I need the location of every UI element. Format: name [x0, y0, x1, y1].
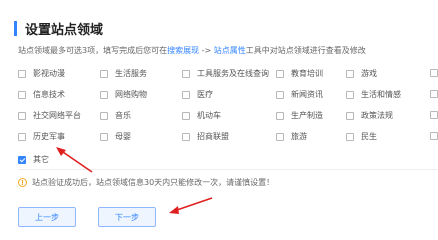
checkbox-label: 机动车 — [197, 111, 221, 120]
next-step-button[interactable]: 下一步 — [98, 207, 156, 227]
checkbox[interactable] — [346, 69, 354, 78]
checkbox-label: 音乐 — [115, 111, 131, 120]
category-checkbox-item[interactable]: 教育培训 — [276, 68, 323, 79]
checkbox-label: 医疗 — [197, 90, 213, 99]
checkbox-label: 信息技术 — [33, 90, 65, 99]
checkbox[interactable] — [100, 132, 108, 141]
checkbox[interactable] — [182, 90, 190, 99]
checkbox[interactable] — [18, 111, 26, 120]
checkbox-label: 民生 — [361, 132, 377, 141]
site-attribute-link[interactable]: 站点属性 — [214, 46, 246, 55]
annotation-arrow-icon — [56, 147, 93, 173]
checkbox[interactable] — [18, 132, 26, 141]
category-checkbox-item[interactable]: 机动车 — [182, 110, 221, 121]
checkbox[interactable] — [346, 90, 354, 99]
checkbox[interactable] — [100, 111, 108, 120]
checkbox[interactable] — [430, 111, 438, 119]
checkbox[interactable] — [276, 132, 284, 141]
checkbox-label: 社交网络平台 — [33, 111, 81, 120]
checkbox-label: 工具服务及在线查询 — [197, 69, 269, 78]
previous-step-button[interactable]: 上一步 — [18, 207, 76, 227]
checkbox[interactable] — [18, 155, 26, 164]
title-accent-bar — [14, 20, 17, 36]
checkbox[interactable] — [430, 90, 438, 98]
checkbox[interactable] — [182, 69, 190, 78]
checkbox[interactable] — [182, 132, 190, 141]
checkbox-label: 政策法规 — [361, 111, 393, 120]
description-text-end: 工具中对站点领域进行查看及修改 — [245, 46, 366, 55]
description-text-start: 站点领域最多可选3项，填写完成后您可在 — [18, 46, 168, 55]
checkbox[interactable] — [100, 90, 108, 99]
verification-notice: ! 站点验证成功后，站点领域信息30天内只能修改一次，请谨慎设置！ — [18, 177, 274, 188]
checkbox-label: 生产制造 — [291, 111, 323, 120]
checkbox[interactable] — [100, 69, 108, 78]
checkbox[interactable] — [276, 111, 284, 120]
checkbox[interactable] — [276, 69, 284, 78]
section-header: 设置站点领域 — [14, 20, 104, 38]
info-icon: ! — [18, 178, 27, 187]
checkbox[interactable] — [346, 132, 354, 141]
search-display-link[interactable]: 搜索展现 — [167, 46, 199, 55]
category-checkbox-item[interactable]: 游戏 — [346, 68, 377, 79]
category-checkbox-item[interactable]: 生活服务 — [100, 68, 147, 79]
checkbox-label: 母婴 — [115, 132, 131, 141]
category-checkbox-item[interactable]: 生产制造 — [276, 110, 323, 121]
checkbox[interactable] — [346, 111, 354, 120]
checkbox-label: 招商联盟 — [197, 132, 229, 141]
category-checkbox-item[interactable]: 母婴 — [100, 131, 131, 142]
category-checkbox-item[interactable]: 信息技术 — [18, 89, 65, 100]
page-title: 设置站点领域 — [25, 22, 104, 38]
checkbox-label: 游戏 — [361, 69, 377, 78]
checkbox[interactable] — [182, 111, 190, 120]
category-checkbox-item[interactable]: 工具服务及在线查询 — [182, 68, 269, 79]
category-checkbox-item[interactable]: 其它 — [18, 154, 49, 165]
category-checkbox-item[interactable]: 民生 — [346, 131, 377, 142]
category-checkbox-item[interactable]: 新闻资讯 — [276, 89, 323, 100]
checkbox[interactable] — [430, 69, 438, 77]
description-arrow-text: -> — [199, 46, 214, 55]
checkbox-label: 其它 — [33, 155, 49, 164]
category-checkbox-item[interactable]: 旅游 — [276, 131, 307, 142]
category-checkbox-item[interactable]: 社交网络平台 — [18, 110, 81, 121]
checkbox-label: 网络购物 — [115, 90, 147, 99]
checkbox-label: 旅游 — [291, 132, 307, 141]
section-description: 站点领域最多可选3项，填写完成后您可在搜索展现 -> 站点属性工具中对站点领域进… — [18, 45, 366, 56]
checkbox-label: 教育培训 — [291, 69, 323, 78]
annotation-arrow-icon — [169, 197, 213, 214]
checkbox[interactable] — [276, 90, 284, 99]
category-checkbox-item[interactable]: 招商联盟 — [182, 131, 229, 142]
checkbox-label: 新闻资讯 — [291, 90, 323, 99]
category-checkbox-item[interactable]: 医疗 — [182, 89, 213, 100]
checkbox-label: 生活和情感 — [361, 90, 401, 99]
category-checkbox-item[interactable]: 政策法规 — [346, 110, 393, 121]
checkbox-label: 影视动漫 — [33, 69, 65, 78]
category-checkbox-item[interactable]: 生活和情感 — [346, 89, 401, 100]
category-checkbox-item[interactable]: 音乐 — [100, 110, 131, 121]
notice-text: 站点验证成功后，站点领域信息30天内只能修改一次，请谨慎设置！ — [32, 178, 275, 187]
checkbox[interactable] — [18, 69, 26, 78]
category-checkbox-item[interactable]: 网络购物 — [100, 89, 147, 100]
checkbox[interactable] — [18, 90, 26, 99]
checkbox-label: 生活服务 — [115, 69, 147, 78]
category-checkbox-item[interactable]: 历史军事 — [18, 131, 65, 142]
checkbox[interactable] — [430, 132, 438, 140]
category-checkbox-item[interactable]: 影视动漫 — [18, 68, 65, 79]
checkbox-label: 历史军事 — [33, 132, 65, 141]
